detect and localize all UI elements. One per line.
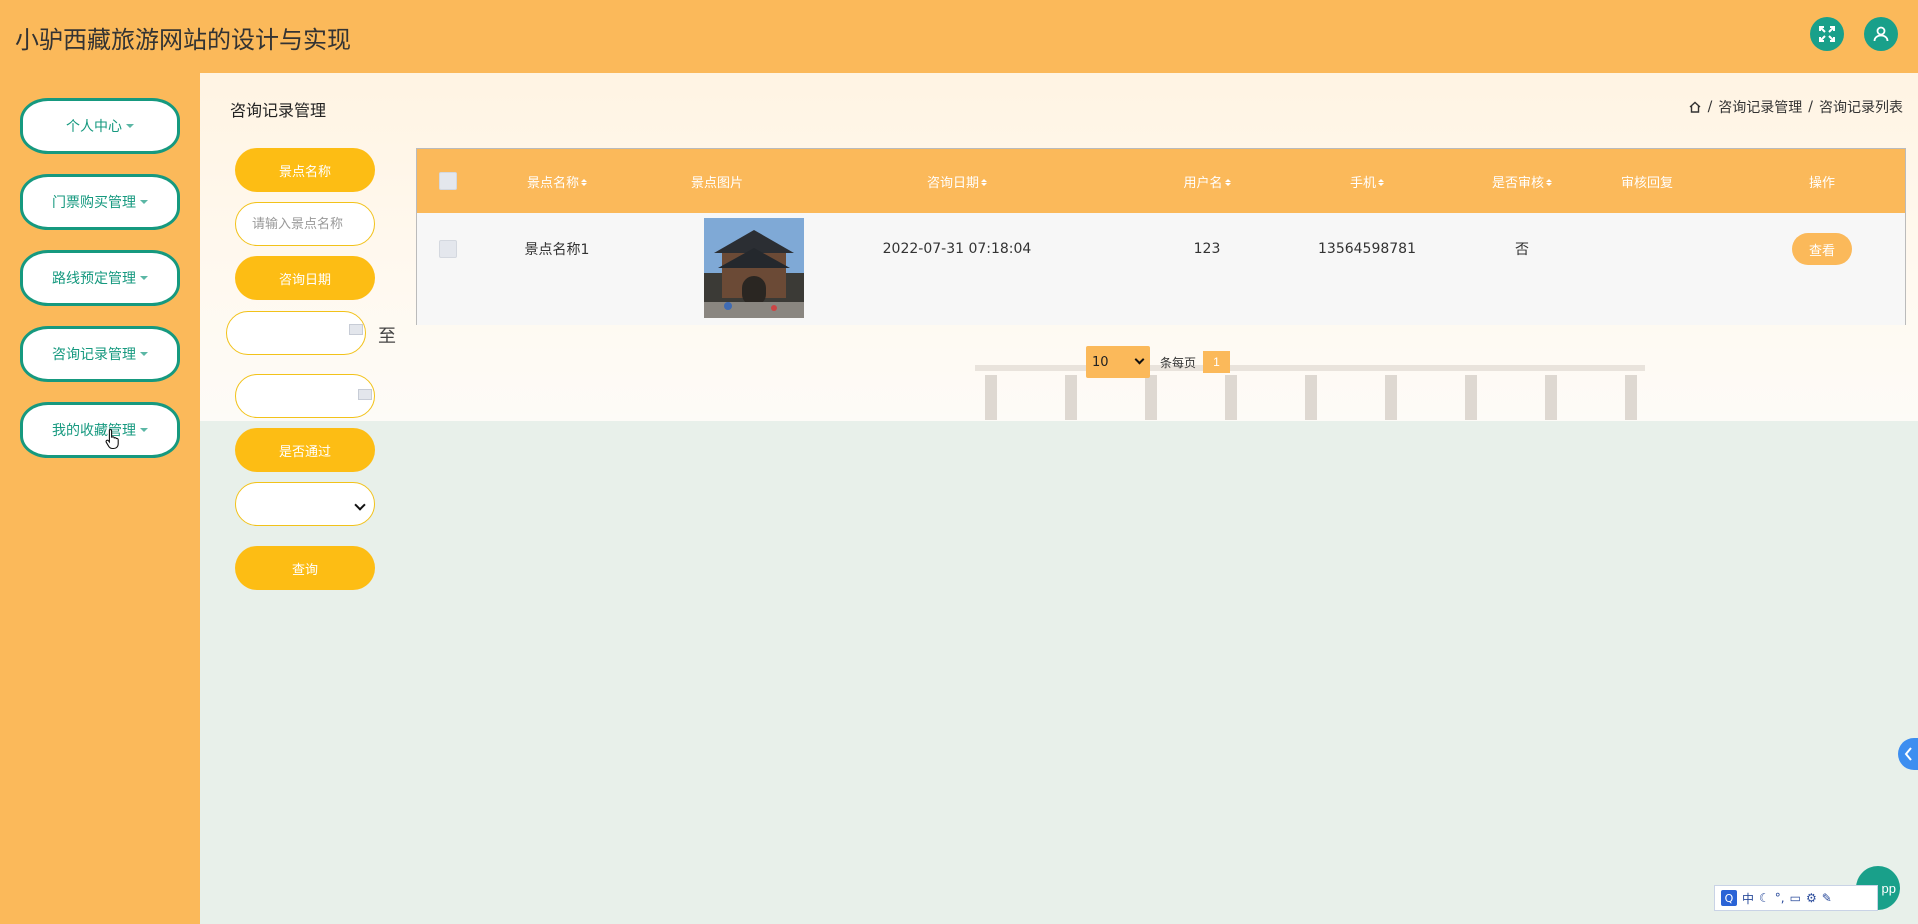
passed-label: 是否通过 [235,428,375,472]
settings-icon[interactable]: ⚙ [1806,891,1817,905]
chevron-down-icon [140,276,148,280]
sidebar: 个人中心 门票购买管理 路线预定管理 咨询记录管理 我的收藏管理 [0,73,200,924]
sort-icon[interactable] [581,178,587,186]
sidebar-item-label: 个人中心 [66,119,122,135]
table-header: 景点名称 景点图片 咨询日期 用户名 手机 是否审核 审核回复 操作 [417,149,1905,213]
breadcrumb-separator: / [1808,99,1813,115]
scenic-image[interactable] [704,218,804,318]
sort-icon[interactable] [1546,178,1552,186]
chevron-down-icon [354,499,366,511]
sort-icon[interactable] [981,178,987,186]
sidebar-item-favorites[interactable]: 我的收藏管理 [20,402,180,458]
row-checkbox[interactable] [439,240,457,258]
column-header-phone[interactable]: 手机 [1297,149,1437,213]
wrench-icon[interactable]: ✎ [1822,891,1832,905]
chevron-down-icon [1134,354,1145,365]
column-header-date[interactable]: 咨询日期 [857,149,1057,213]
ime-logo-icon: Q [1721,890,1737,906]
breadcrumb: / 咨询记录管理 / 咨询记录列表 [1688,97,1903,117]
expand-icon [1819,26,1835,42]
chevron-down-icon [140,428,148,432]
date-range-separator: 至 [378,326,396,347]
column-header-reviewed[interactable]: 是否审核 [1467,149,1577,213]
page-number-current[interactable]: 1 [1203,351,1230,373]
user-button[interactable] [1864,17,1898,51]
column-header-username[interactable]: 用户名 [1157,149,1257,213]
hand-cursor-icon [105,428,119,450]
chevron-down-icon [140,200,148,204]
column-header-reply: 审核回复 [1620,175,1673,191]
keyboard-icon[interactable]: ▭ [1790,891,1801,905]
query-button[interactable]: 查询 [235,546,375,590]
calendar-icon[interactable] [349,324,363,335]
sidebar-item-personal-center[interactable]: 个人中心 [20,98,180,154]
per-page-label: 条每页 [1160,356,1197,370]
page-size-select[interactable]: 10 [1086,346,1150,378]
column-header-action: 操作 [1808,175,1835,191]
sidebar-item-ticket-purchase[interactable]: 门票购买管理 [20,174,180,230]
breadcrumb-bar: 咨询记录管理 / 咨询记录管理 / 咨询记录列表 [200,73,1918,133]
collapse-tab[interactable] [1898,738,1918,770]
consultation-table: 景点名称 景点图片 咨询日期 用户名 手机 是否审核 审核回复 操作 景点名称1… [416,148,1906,325]
sidebar-item-label: 路线预定管理 [52,271,136,287]
cell-scenic-name: 景点名称1 [524,242,590,258]
column-header-name[interactable]: 景点名称 [487,149,627,213]
sidebar-item-route-booking[interactable]: 路线预定管理 [20,250,180,306]
background-decoration [975,365,1645,420]
chevron-left-icon [1904,747,1912,761]
sort-icon[interactable] [1378,178,1384,186]
cell-phone: 13564598781 [1318,241,1416,257]
top-header: 小驴西藏旅游网站的设计与实现 [0,0,1918,73]
scenic-name-input[interactable] [235,202,375,246]
page-title: 咨询记录管理 [230,101,327,120]
app-title: 小驴西藏旅游网站的设计与实现 [15,26,351,54]
view-button[interactable]: 查看 [1792,233,1852,265]
user-icon [1873,26,1889,42]
punctuation-icon[interactable]: °, [1775,891,1785,905]
cell-reply [1597,213,1697,285]
passed-select[interactable] [235,482,375,526]
home-icon[interactable] [1688,100,1702,114]
breadcrumb-separator: / [1707,99,1713,115]
date-start-input[interactable] [226,311,366,355]
cell-reviewed: 否 [1515,242,1529,258]
cell-username: 123 [1193,241,1221,257]
date-end-input[interactable] [235,374,375,418]
sort-icon[interactable] [1224,178,1231,186]
chevron-down-icon [140,352,148,356]
consult-date-label: 咨询日期 [235,256,375,300]
column-header-image: 景点图片 [690,175,743,191]
select-all-checkbox[interactable] [439,172,457,190]
fullscreen-button[interactable] [1810,17,1844,51]
calendar-icon[interactable] [358,389,372,400]
breadcrumb-item-consultation[interactable]: 咨询记录管理 [1718,97,1802,117]
table-row: 景点名称1 2022-07-31 07:18:04 123 1356459878… [417,213,1905,325]
ime-language[interactable]: 中 [1742,890,1754,907]
ime-toolbar[interactable]: Q 中 ☾ °, ▭ ⚙ ✎ [1714,885,1878,911]
scenic-name-label: 景点名称 [235,148,375,192]
cell-consult-date: 2022-07-31 07:18:04 [882,241,1032,257]
sidebar-item-label: 我的收藏管理 [52,423,136,439]
breadcrumb-item-list: 咨询记录列表 [1819,100,1903,116]
sidebar-item-consultation[interactable]: 咨询记录管理 [20,326,180,382]
sidebar-item-label: 门票购买管理 [52,195,136,211]
sidebar-item-label: 咨询记录管理 [52,347,136,363]
moon-icon[interactable]: ☾ [1759,891,1770,905]
chevron-down-icon [126,124,134,128]
